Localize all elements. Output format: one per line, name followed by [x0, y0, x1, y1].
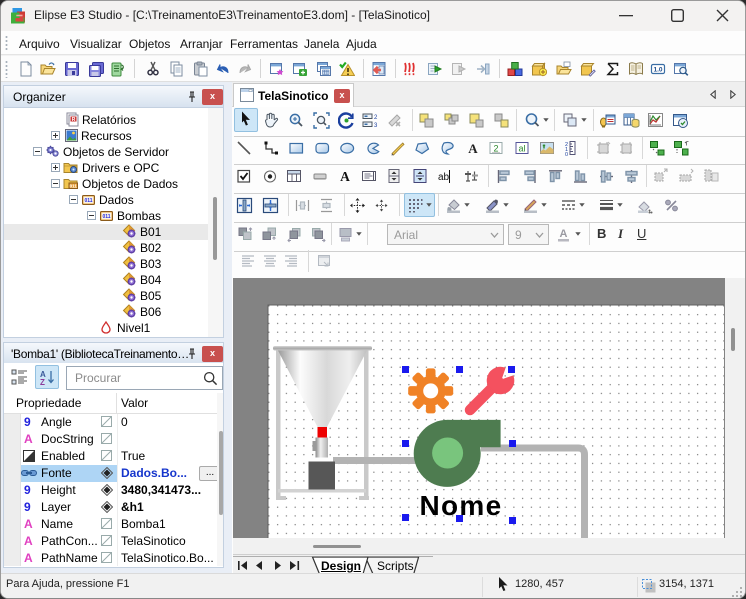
svg-text:011: 011	[84, 198, 92, 204]
svg-text:R: R	[72, 117, 76, 123]
svg-text:3: 3	[374, 123, 378, 129]
svg-text:A: A	[340, 169, 350, 184]
svg-text:A: A	[468, 141, 478, 156]
svg-text:ab: ab	[438, 172, 450, 183]
svg-text:0: 0	[565, 152, 568, 157]
svg-text:011: 011	[102, 214, 110, 220]
svg-text:011: 011	[70, 184, 78, 189]
svg-text:A: A	[560, 228, 568, 240]
svg-text:2: 2	[374, 115, 378, 121]
svg-text:Z: Z	[40, 378, 45, 386]
svg-text:al: al	[518, 144, 525, 154]
svg-text:1.0: 1.0	[653, 67, 662, 74]
